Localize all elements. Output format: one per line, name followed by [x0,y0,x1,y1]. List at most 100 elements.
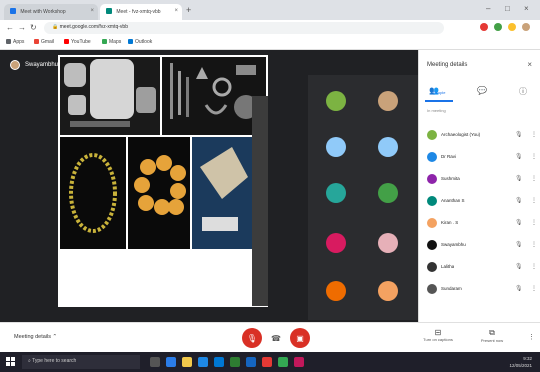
forward-icon[interactable]: → [18,23,26,32]
apps-icon [6,39,11,44]
participant-tile[interactable] [378,233,398,253]
system-tray-clock[interactable]: 9:32 12/05/2021 [509,355,532,369]
leave-call-button[interactable]: ☎ [266,328,286,348]
avatar [427,130,437,140]
participant-tile[interactable] [378,183,398,203]
pdf-icon[interactable] [262,357,272,367]
url-input[interactable]: 🔒 meet.google.com/fvz-xmtq-vbb [44,22,444,34]
more-options-icon[interactable]: ⋮ [531,263,537,270]
edge-icon[interactable] [166,357,176,367]
mic-toggle-button[interactable]: 🎙 [242,328,262,348]
mic-icon[interactable]: 🎙 [515,241,523,248]
word-icon[interactable] [246,357,256,367]
mic-icon[interactable]: 🎙 [515,219,523,226]
more-options-icon[interactable]: ⋮ [531,175,537,182]
bookmark-gmail[interactable]: Gmail [34,39,54,45]
avatar [427,196,437,206]
participant-row[interactable]: Ananthan S 🎙 ⋮ [419,192,540,212]
mic-icon[interactable]: 🎙 [515,153,523,160]
minimize-icon[interactable]: – [486,4,490,13]
shared-screen-scrollbar[interactable] [252,96,268,306]
powerpoint-icon[interactable] [294,357,304,367]
store-icon[interactable] [198,357,208,367]
tab-label: Meet - fvz-xmtq-vbb [116,9,161,15]
artefact-photo-stone-block [192,137,252,249]
camera-toggle-button[interactable]: ▣ [290,328,310,348]
mail-icon[interactable] [214,357,224,367]
browser-tab-2[interactable]: Meet - fvz-xmtq-vbb × [100,4,182,20]
present-now-button[interactable]: ⧉ Present now [472,328,512,343]
chrome-icon[interactable] [278,357,288,367]
people-tab-label: People [433,90,446,95]
phone-icon: ☎ [271,333,281,343]
participant-row[interactable]: Kiran . S 🎙 ⋮ [419,214,540,234]
participant-tile[interactable] [378,281,398,301]
mic-icon[interactable]: 🎙 [515,263,523,270]
maximize-icon[interactable]: □ [505,4,510,13]
lock-icon: 🔒 [52,24,59,30]
new-tab-icon[interactable]: + [186,5,191,15]
meeting-details-button[interactable]: Meeting details ⌃ [14,334,57,340]
active-tab-indicator [425,100,453,102]
more-options-icon[interactable]: ⋮ [531,241,537,248]
extension-icon[interactable] [480,23,488,31]
participant-tile[interactable] [326,183,346,203]
presenter-avatar [10,60,20,70]
close-tab-icon[interactable]: × [90,8,94,14]
profile-avatar[interactable] [522,23,530,31]
captions-button[interactable]: ⊟ Turn on captions [418,328,458,342]
participant-name: Archaeologist (You) [441,132,481,137]
participant-row[interactable]: Sundaram 🎙 ⋮ [419,280,540,300]
participant-row[interactable]: Archaeologist (You) 🎙 ⋮ [419,126,540,146]
extension-icon[interactable] [508,23,516,31]
participant-tile[interactable] [326,91,346,111]
bookmark-outlook[interactable]: Outlook [128,39,152,45]
taskbar-search-input[interactable]: ⌕ Type here to search [22,355,140,369]
participant-tile[interactable] [378,137,398,157]
more-options-icon[interactable]: ⋮ [531,153,537,160]
participant-tile[interactable] [326,281,346,301]
bookmark-youtube[interactable]: YouTube [64,39,91,45]
more-options-icon[interactable]: ⋮ [531,219,537,226]
gold-beads-image [128,137,190,249]
more-options-icon[interactable]: ⋮ [531,131,537,138]
participant-name: Sushmita [441,176,460,181]
participant-tile[interactable] [378,91,398,111]
reload-icon[interactable]: ↻ [30,23,37,32]
artefact-photo-gold-beads [128,137,190,249]
more-options-icon[interactable]: ⋮ [531,197,537,204]
mic-icon[interactable]: 🎙 [515,175,523,182]
participant-row[interactable]: Sushmita 🎙 ⋮ [419,170,540,190]
start-icon[interactable] [6,357,16,367]
mic-icon[interactable]: 🎙 [515,285,523,292]
back-icon[interactable]: ← [6,23,14,32]
address-bar-row: ← → ↻ 🔒 meet.google.com/fvz-xmtq-vbb [0,20,540,36]
more-options-icon[interactable]: ⋮ [528,333,535,341]
info-tab-icon[interactable]: ⓘ [519,86,527,97]
close-icon[interactable]: × [527,60,532,69]
bead-necklace-image [60,137,126,249]
more-options-icon[interactable]: ⋮ [531,285,537,292]
excel-icon[interactable] [230,357,240,367]
tab-favicon-icon [106,8,112,14]
bookmark-apps[interactable]: Apps [6,39,24,45]
bookmark-maps[interactable]: Maps [102,39,121,45]
close-window-icon[interactable]: × [524,4,529,13]
avatar [427,218,437,228]
browser-tab-bar: Meet with Workshop × Meet - fvz-xmtq-vbb… [0,0,540,20]
participant-row[interactable]: Lalitha 🎙 ⋮ [419,258,540,278]
participant-tile[interactable] [326,233,346,253]
extension-icon[interactable] [494,23,502,31]
file-explorer-icon[interactable] [182,357,192,367]
participant-row[interactable]: Swayambhu 🎙 ⋮ [419,236,540,256]
metal-objects-image [162,57,266,135]
chat-tab-icon[interactable]: 💬 [477,86,487,95]
browser-tab-1[interactable]: Meet with Workshop × [4,4,98,20]
participant-row[interactable]: Dr Ravi 🎙 ⋮ [419,148,540,168]
task-view-icon[interactable] [150,357,160,367]
mic-icon[interactable]: 🎙 [515,197,523,204]
close-tab-icon[interactable]: × [174,8,178,14]
participant-tile[interactable] [326,137,346,157]
mic-icon[interactable]: 🎙 [515,131,523,138]
windows-taskbar: ⌕ Type here to search 9:32 12/05/2021 [0,352,540,372]
